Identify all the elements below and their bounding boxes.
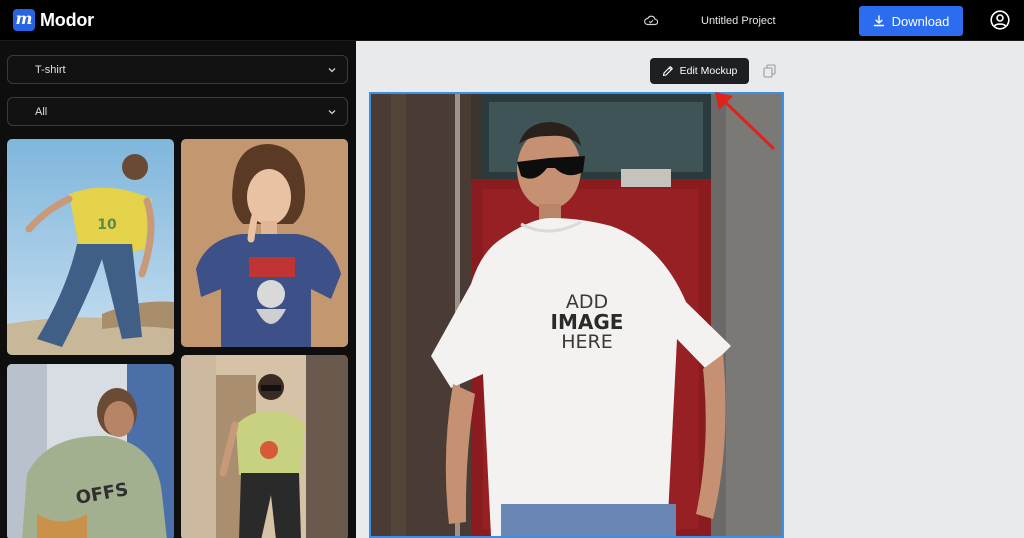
logo-mark-icon: m bbox=[13, 9, 35, 31]
category-select-value: T-shirt bbox=[35, 63, 66, 76]
mockup-thumbnail-image bbox=[181, 139, 348, 347]
user-icon[interactable] bbox=[990, 10, 1010, 30]
mockup-thumbnail-image: OFFS bbox=[7, 364, 174, 538]
subcategory-select[interactable]: All bbox=[7, 97, 348, 126]
mockup-preview[interactable]: ADD IMAGE HERE bbox=[369, 92, 784, 538]
mockup-thumbnail[interactable] bbox=[181, 139, 348, 347]
mockup-thumbnail[interactable] bbox=[181, 355, 348, 538]
svg-text:10: 10 bbox=[97, 217, 117, 233]
mockup-thumbnail[interactable]: 10 bbox=[7, 139, 174, 355]
edit-mockup-button[interactable]: Edit Mockup bbox=[650, 58, 749, 84]
app-name: Modor bbox=[40, 9, 94, 30]
project-title[interactable]: Untitled Project bbox=[701, 15, 776, 27]
mockup-thumbnail-image bbox=[181, 355, 348, 538]
category-select[interactable]: T-shirt bbox=[7, 55, 348, 84]
chevron-down-icon bbox=[328, 110, 336, 115]
pencil-icon bbox=[662, 66, 673, 77]
copy-icon[interactable] bbox=[763, 64, 776, 78]
chevron-down-icon bbox=[328, 68, 336, 73]
edit-mockup-label: Edit Mockup bbox=[679, 65, 738, 77]
top-bar: m Modor Untitled Project Download bbox=[0, 0, 1024, 41]
subcategory-select-value: All bbox=[35, 105, 48, 118]
logo[interactable]: m Modor bbox=[13, 9, 94, 31]
download-icon bbox=[873, 15, 884, 27]
mockup-preview-image: ADD IMAGE HERE bbox=[371, 94, 782, 536]
cloud-icon[interactable] bbox=[644, 14, 658, 26]
left-panel: T-shirt All 10 OFFS bbox=[0, 41, 356, 538]
mockup-thumbnail[interactable]: OFFS bbox=[7, 364, 174, 538]
annotation-arrow-icon bbox=[715, 92, 775, 150]
mockup-thumbnail-image: 10 bbox=[7, 139, 174, 355]
download-button[interactable]: Download bbox=[859, 6, 963, 36]
placeholder-line-3: HERE bbox=[561, 331, 613, 353]
download-label: Download bbox=[891, 13, 950, 29]
